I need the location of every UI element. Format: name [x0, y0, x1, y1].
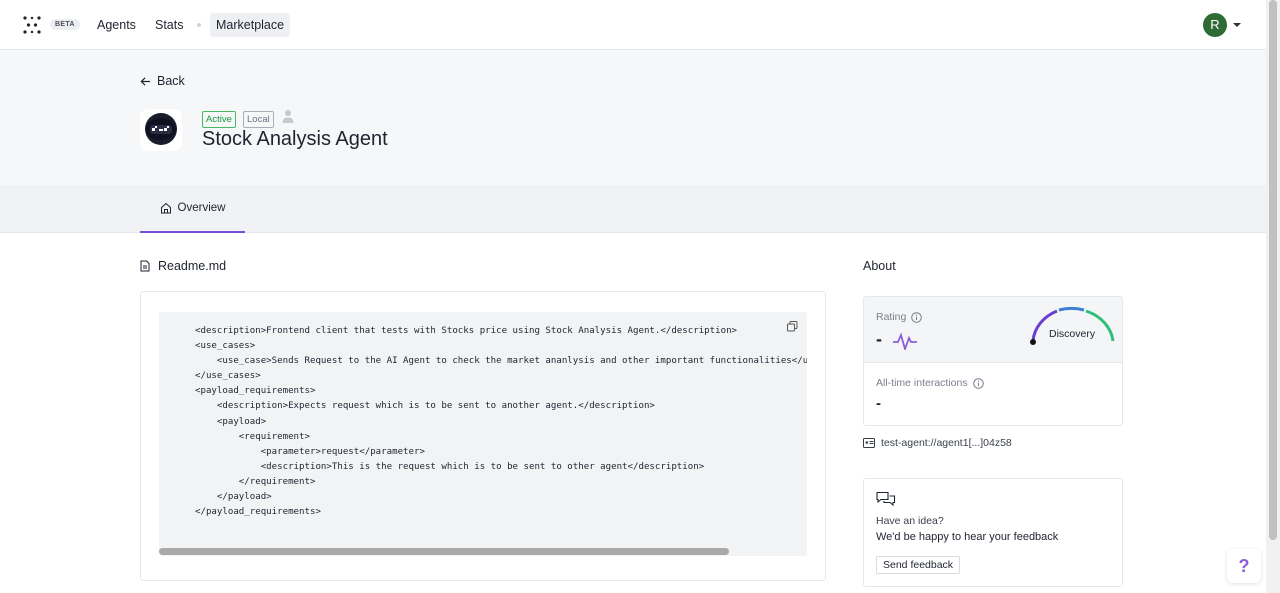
about-heading: About [863, 259, 896, 273]
code-line: </requirement> [195, 476, 316, 487]
code-block[interactable]: <description>Frontend client that tests … [159, 312, 807, 556]
rating-label-row: Rating [876, 311, 923, 323]
code-line: </use_cases> [195, 371, 261, 382]
avatar[interactable]: R [1203, 13, 1227, 37]
status-badge-active: Active [202, 111, 236, 128]
code-line: <use_cases> [195, 341, 256, 352]
copy-icon[interactable] [787, 321, 798, 332]
vertical-scrollbar-thumb[interactable] [1269, 0, 1277, 540]
id-card-icon [863, 438, 875, 448]
nav-separator [197, 23, 201, 27]
readme-card: <description>Frontend client that tests … [140, 291, 826, 581]
chat-bubbles-icon [876, 491, 896, 507]
status-badge-local: Local [243, 111, 274, 128]
logo-icon[interactable] [22, 15, 42, 35]
code-line: <parameter>request</parameter> [195, 446, 425, 457]
rating-value: - [876, 329, 882, 349]
readme-heading: Readme.md [140, 259, 226, 273]
code-lines: <description>Frontend client that tests … [195, 324, 807, 520]
code-line: <description>Frontend client that tests … [195, 326, 738, 336]
nav-agents[interactable]: Agents [91, 13, 142, 37]
help-button[interactable]: ? [1227, 549, 1261, 583]
info-icon[interactable] [911, 311, 923, 323]
agent-address: test-agent://agent1[...]04z58 [881, 437, 1012, 449]
gauge-label: Discovery [1049, 328, 1096, 340]
info-icon[interactable] [972, 377, 984, 389]
code-line: </payload_requirements> [195, 507, 321, 518]
nav-marketplace[interactable]: Marketplace [210, 13, 291, 37]
pulse-icon [893, 332, 917, 350]
vertical-scrollbar[interactable] [1266, 0, 1280, 593]
nav-stats[interactable]: Stats [149, 13, 190, 37]
code-line: <payload> [195, 416, 267, 427]
page-title: Stock Analysis Agent [202, 128, 388, 150]
rating-panel: Rating - Discovery [864, 297, 1122, 363]
feedback-card: Have an idea? We'd be happy to hear your… [863, 478, 1123, 587]
back-button[interactable]: Back [140, 74, 185, 88]
feedback-subtitle: We'd be happy to hear your feedback [876, 531, 1059, 543]
rating-label: Rating [876, 311, 907, 323]
interactions-label-row: All-time interactions [876, 377, 984, 389]
agent-header: Back Active Local Stock Analysis Agent [0, 50, 1266, 185]
back-label: Back [157, 74, 185, 88]
home-icon [160, 202, 171, 214]
code-line: <use_case>Sends Request to the AI Agent … [195, 356, 807, 367]
user-icon [282, 110, 294, 123]
code-line: <requirement> [195, 431, 310, 442]
interactions-value: - [876, 395, 881, 412]
beta-badge: BETA [50, 19, 80, 30]
interactions-label: All-time interactions [876, 377, 968, 389]
feedback-title: Have an idea? [876, 515, 944, 527]
tab-overview[interactable]: Overview [140, 185, 245, 233]
document-icon [140, 260, 150, 272]
tab-bar: Overview [0, 185, 1266, 233]
top-navbar: BETA Agents Stats Marketplace R [0, 0, 1266, 50]
readme-label: Readme.md [158, 259, 227, 273]
code-line: </payload> [195, 492, 272, 503]
tab-overview-label: Overview [177, 202, 226, 214]
arrow-left-icon [140, 76, 151, 86]
code-line: <description>This is the request which i… [195, 461, 705, 472]
agent-address-row[interactable]: test-agent://agent1[...]04z58 [863, 437, 1012, 449]
code-line: <payload_requirements> [195, 386, 316, 397]
chevron-down-icon[interactable] [1233, 23, 1241, 27]
send-feedback-button[interactable]: Send feedback [876, 556, 961, 574]
agent-avatar-icon [140, 109, 182, 151]
horizontal-scrollbar[interactable] [159, 548, 729, 555]
stats-card: Rating - Discovery All-time interactions… [863, 296, 1123, 426]
code-line: <description>Expects request which is to… [195, 401, 655, 412]
